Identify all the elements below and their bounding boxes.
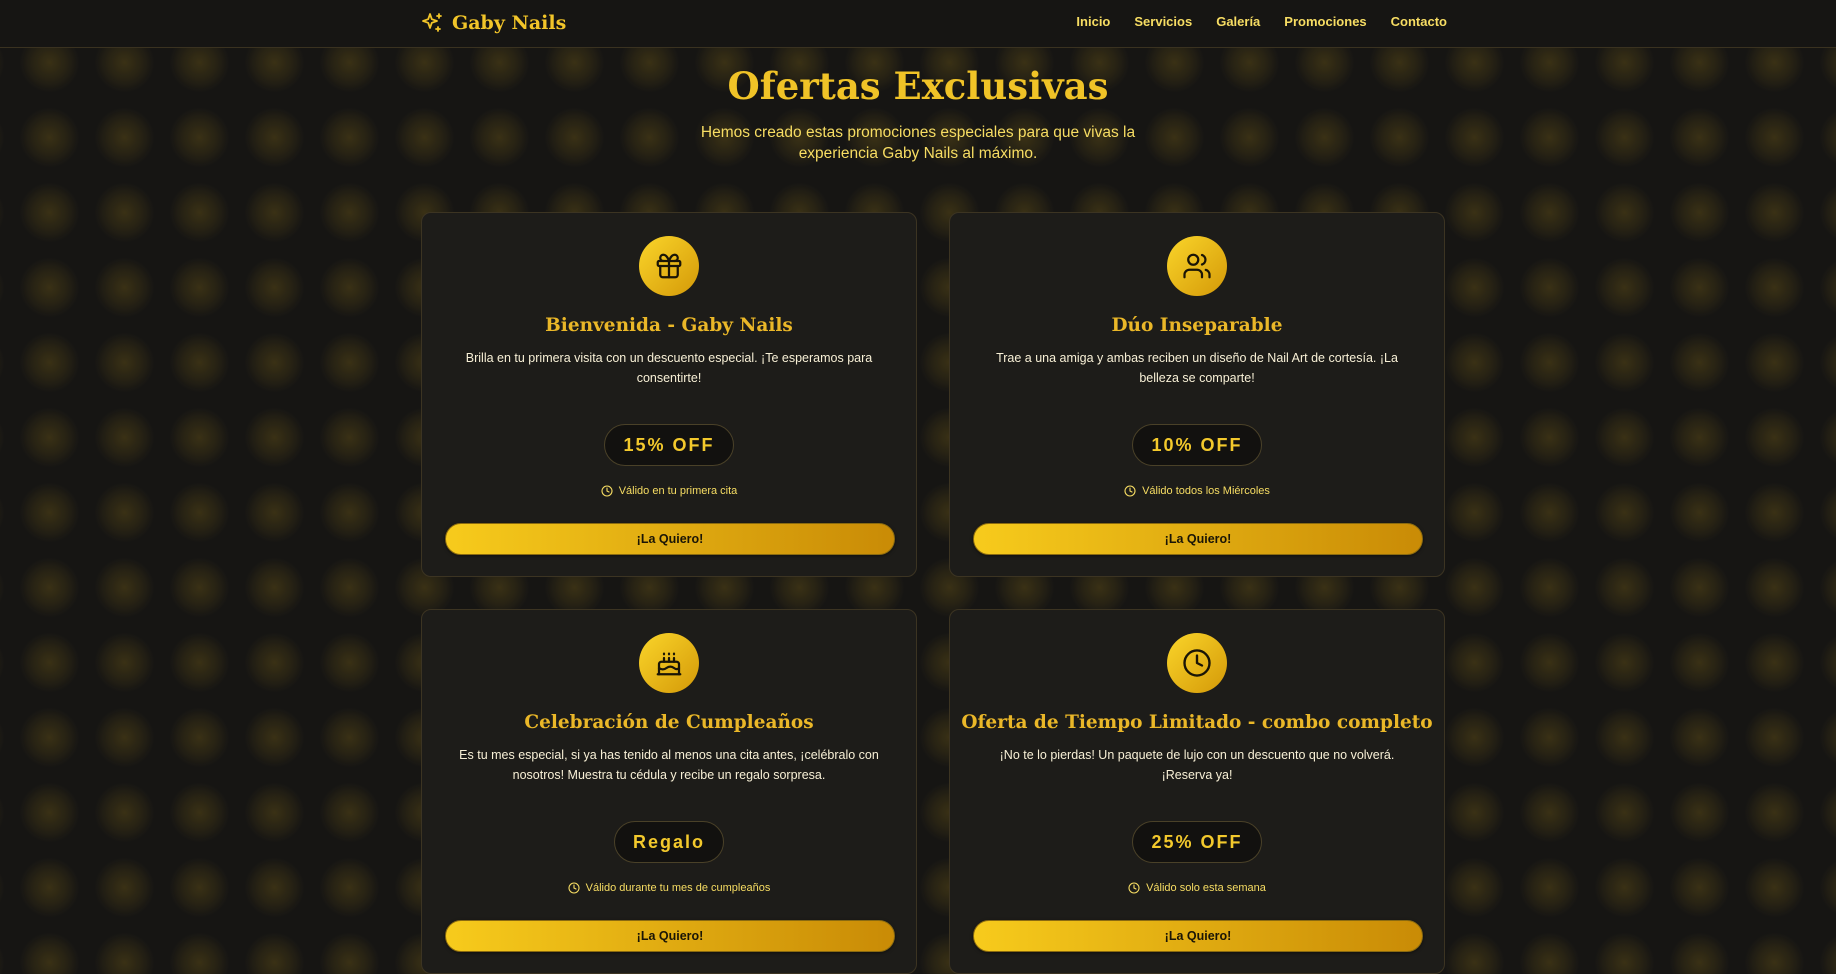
nav-link-servicios[interactable]: Servicios [1134, 14, 1192, 29]
offer-description: Es tu mes especial, si ya has tenido al … [459, 748, 879, 782]
brand-logo[interactable]: Gaby Nails [420, 10, 566, 36]
offer-title: Celebración de Cumpleaños [524, 712, 814, 733]
nav-links: Inicio Servicios Galería Promociones Con… [1076, 14, 1447, 29]
page-subtitle: Hemos creado estas promociones especiale… [700, 124, 1136, 162]
claim-offer-button[interactable]: ¡La Quiero! [973, 920, 1423, 952]
discount-badge: 10% OFF [1132, 424, 1262, 466]
offer-card-duo: Dúo Inseparable Trae a una amiga y ambas… [949, 212, 1445, 577]
offer-title: Oferta de Tiempo Limitado - combo comple… [961, 712, 1433, 733]
discount-badge: Regalo [613, 821, 724, 863]
clock-icon [568, 882, 580, 894]
claim-offer-button[interactable]: ¡La Quiero! [445, 920, 895, 952]
clock-icon [1167, 633, 1227, 693]
claim-offer-button[interactable]: ¡La Quiero! [973, 523, 1423, 555]
nav-link-galeria[interactable]: Galería [1216, 14, 1260, 29]
offer-description: Trae a una amiga y ambas reciben un dise… [996, 351, 1398, 385]
nav-link-inicio[interactable]: Inicio [1076, 14, 1110, 29]
users-icon [1167, 236, 1227, 296]
page-title: Ofertas Exclusivas [727, 64, 1109, 108]
validity-text: Válido en tu primera cita [618, 485, 738, 497]
discount-badge: 25% OFF [1132, 821, 1262, 863]
sparkles-icon [422, 13, 442, 32]
offer-validity: Válido todos los Miércoles [950, 485, 1444, 497]
offer-title: Bienvenida - Gaby Nails [545, 315, 793, 336]
discount-badge: 15% OFF [604, 424, 734, 466]
clock-icon [601, 485, 613, 497]
top-navbar: Gaby Nails Inicio Servicios Galería Prom… [0, 0, 1836, 48]
offer-validity: Válido durante tu mes de cumpleaños [422, 882, 916, 894]
claim-offer-button[interactable]: ¡La Quiero! [445, 523, 895, 555]
offer-description: Brilla en tu primera visita con un descu… [465, 351, 873, 385]
offer-description: ¡No te lo pierdas! Un paquete de lujo co… [999, 748, 1395, 782]
offer-card-cumpleanos: Celebración de Cumpleaños Es tu mes espe… [421, 609, 917, 974]
brand-name: Gaby Nails [452, 12, 567, 34]
offer-card-tiempo-limitado: Oferta de Tiempo Limitado - combo comple… [949, 609, 1445, 974]
offer-card-bienvenida: Bienvenida - Gaby Nails Brilla en tu pri… [421, 212, 917, 577]
validity-text: Válido durante tu mes de cumpleaños [585, 882, 771, 894]
birthday-cake-icon [639, 633, 699, 693]
offer-validity: Válido solo esta semana [950, 882, 1444, 894]
clock-icon [1124, 485, 1136, 497]
nav-link-contacto[interactable]: Contacto [1391, 14, 1447, 29]
nav-link-promociones[interactable]: Promociones [1284, 14, 1366, 29]
validity-text: Válido todos los Miércoles [1142, 485, 1270, 497]
gift-icon [639, 236, 699, 296]
offer-validity: Válido en tu primera cita [422, 485, 916, 497]
clock-icon [1128, 882, 1140, 894]
offer-title: Dúo Inseparable [1111, 315, 1283, 336]
validity-text: Válido solo esta semana [1146, 882, 1266, 894]
